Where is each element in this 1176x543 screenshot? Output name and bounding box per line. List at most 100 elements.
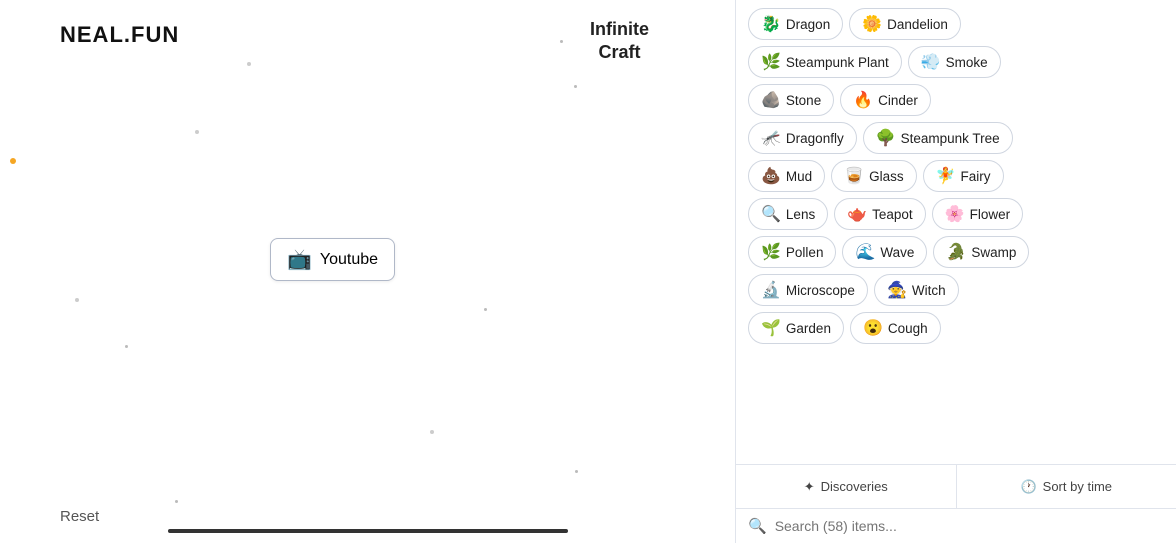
item-label: Smoke [946,55,988,70]
dot [430,430,434,434]
item-emoji: 🌱 [761,318,781,338]
item-badge[interactable]: 🌿 Steampunk Plant [748,46,902,78]
item-label: Teapot [872,207,913,222]
search-bar: 🔍 [736,508,1176,543]
item-label: Garden [786,321,831,336]
item-row: 🌱 Garden 😮 Cough [748,312,1164,344]
bottom-bar [168,529,568,533]
dot [175,500,178,503]
sort-icon: 🕐 [1020,479,1036,495]
item-label: Steampunk Tree [901,131,1000,146]
craft-canvas[interactable]: NEAL.FUN Infinite Craft 📺 Youtube Reset [0,0,735,543]
item-label: Cough [888,321,928,336]
item-emoji: 🔬 [761,280,781,300]
item-badge[interactable]: 🔬 Microscope [748,274,868,306]
item-emoji: 🫖 [847,204,867,224]
item-emoji: 🔍 [761,204,781,224]
item-badge[interactable]: 🦟 Dragonfly [748,122,857,154]
item-emoji: 🌊 [855,242,875,262]
item-emoji: 🐉 [761,14,781,34]
item-emoji: 💩 [761,166,781,186]
item-label: Steampunk Plant [786,55,889,70]
right-panel: 🐉 Dragon 🌼 Dandelion 🌿 Steampunk Plant 💨 Smoke 🪨… [735,0,1176,543]
item-badge[interactable]: 🔍 Lens [748,198,828,230]
discoveries-tab[interactable]: ✦ Discoveries [736,465,957,508]
site-logo: NEAL.FUN [60,22,179,48]
item-emoji: 🌿 [761,52,781,72]
item-emoji: 🧙 [887,280,907,300]
item-badge[interactable]: 💨 Smoke [908,46,1001,78]
item-badge[interactable]: 💩 Mud [748,160,825,192]
dot [195,130,199,134]
item-row: 🪨 Stone 🔥 Cinder [748,84,1164,116]
item-emoji: 🥃 [844,166,864,186]
item-row: 🔍 Lens 🫖 Teapot 🌸 Flower [748,198,1164,230]
items-container[interactable]: 🐉 Dragon 🌼 Dandelion 🌿 Steampunk Plant 💨 Smoke 🪨… [736,0,1176,464]
dot [484,308,487,311]
item-emoji: 😮 [863,318,883,338]
item-badge[interactable]: 🪨 Stone [748,84,834,116]
item-row: 💩 Mud 🥃 Glass 🧚 Fairy [748,160,1164,192]
item-badge[interactable]: 😮 Cough [850,312,941,344]
item-emoji: 🌳 [876,128,896,148]
discoveries-label: Discoveries [821,479,888,494]
item-emoji: 🪨 [761,90,781,110]
item-emoji: 🦟 [761,128,781,148]
item-badge[interactable]: 🌸 Flower [932,198,1023,230]
item-label: Glass [869,169,904,184]
dot [560,40,563,43]
item-row: 🔬 Microscope 🧙 Witch [748,274,1164,306]
item-label: Cinder [878,93,918,108]
item-label: Pollen [786,245,824,260]
item-emoji: 🌿 [761,242,781,262]
item-badge[interactable]: 🐉 Dragon [748,8,843,40]
item-label: Witch [912,283,946,298]
discoveries-icon: ✦ [804,479,815,495]
item-label: Fairy [961,169,991,184]
item-emoji: 🧚 [936,166,956,186]
item-label: Swamp [971,245,1016,260]
bottom-tabs: ✦ Discoveries 🕐 Sort by time [736,464,1176,508]
item-row: 🦟 Dragonfly 🌳 Steampunk Tree [748,122,1164,154]
item-emoji: 🌼 [862,14,882,34]
item-label: Dragon [786,17,830,32]
item-badge[interactable]: 🌱 Garden [748,312,844,344]
reset-button[interactable]: Reset [60,508,99,525]
youtube-label: Youtube [320,251,378,269]
youtube-emoji: 📺 [287,247,312,272]
item-emoji: 🌸 [945,204,965,224]
dot [75,298,79,302]
item-row: 🐉 Dragon 🌼 Dandelion [748,8,1164,40]
sort-by-time-tab[interactable]: 🕐 Sort by time [957,465,1176,508]
item-row: 🌿 Pollen 🌊Wave 🐊 Swamp [748,236,1164,268]
item-label: Flower [970,207,1011,222]
item-row: 🌿 Steampunk Plant 💨 Smoke [748,46,1164,78]
item-emoji: 💨 [921,52,941,72]
item-badge[interactable]: 🌼 Dandelion [849,8,961,40]
item-emoji: 🐊 [946,242,966,262]
item-badge[interactable]: 🌿 Pollen [748,236,836,268]
item-label: Microscope [786,283,855,298]
item-label: Dragonfly [786,131,844,146]
item-label: Lens [786,207,815,222]
dot [574,85,577,88]
youtube-element[interactable]: 📺 Youtube [270,238,395,281]
item-badge[interactable]: 🧚 Fairy [923,160,1004,192]
item-label: Dandelion [887,17,948,32]
item-badge[interactable]: 🥃 Glass [831,160,916,192]
item-badge[interactable]: 🐊 Swamp [933,236,1029,268]
item-badge[interactable]: 🧙 Witch [874,274,959,306]
item-emoji: 🔥 [853,90,873,110]
item-badge[interactable]: 🌊Wave [842,236,927,268]
craft-title: Infinite Craft [590,18,649,65]
dot [575,470,578,473]
sort-label: Sort by time [1043,479,1112,494]
search-input[interactable] [775,518,1164,534]
search-icon: 🔍 [748,517,767,535]
item-badge[interactable]: 🌳 Steampunk Tree [863,122,1013,154]
item-badge[interactable]: 🫖 Teapot [834,198,925,230]
dot [247,62,251,66]
item-badge[interactable]: 🔥 Cinder [840,84,931,116]
item-label: Stone [786,93,821,108]
item-label: Mud [786,169,812,184]
